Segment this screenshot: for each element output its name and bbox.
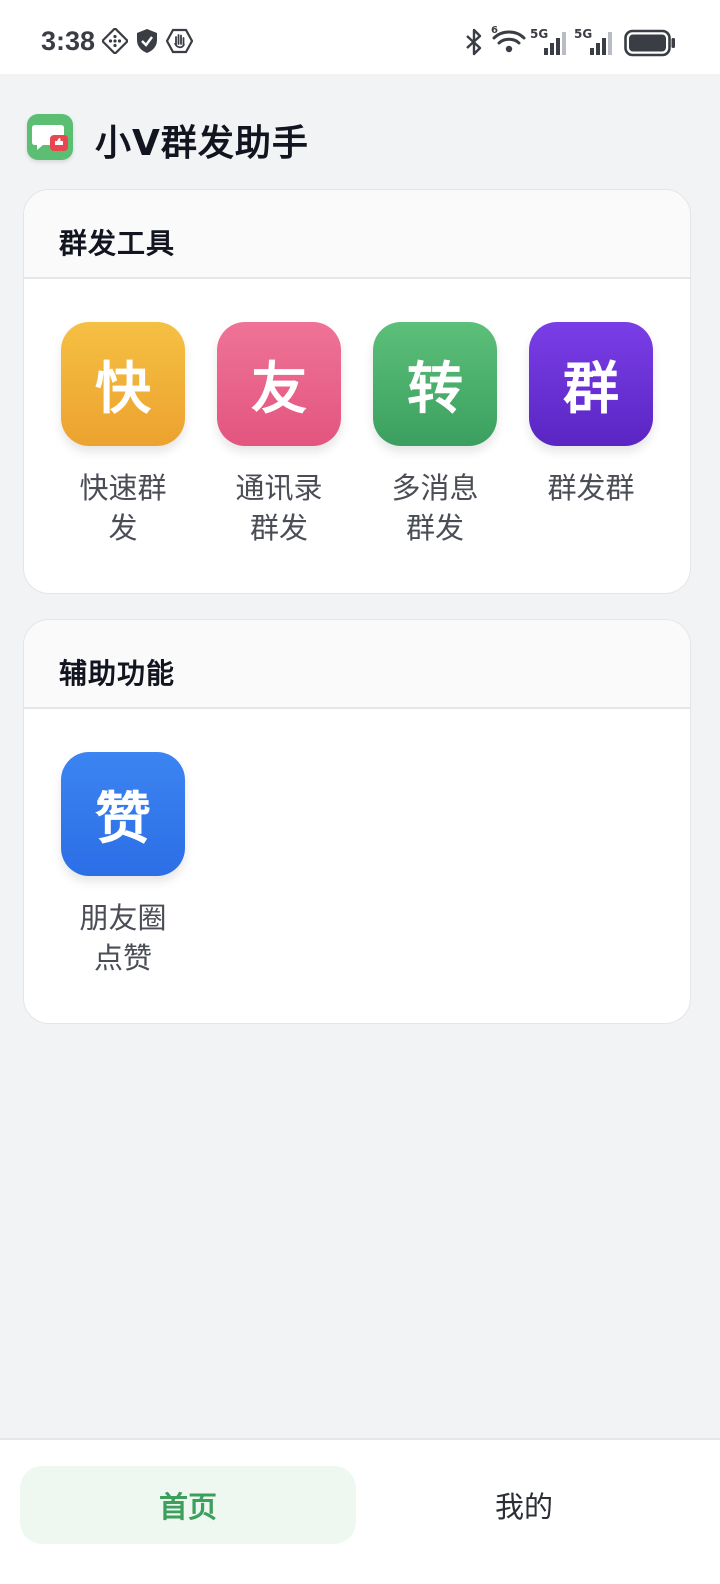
apps-grid-icon (102, 28, 128, 54)
tool-label: 快速群发 (79, 471, 167, 545)
chat-bubble-icon (27, 114, 73, 160)
wifi-6-icon: 6 (491, 24, 527, 58)
hand-stop-icon (166, 28, 193, 54)
lightning-icon: 快 (61, 322, 185, 446)
tab-mine[interactable]: 我的 (356, 1466, 692, 1544)
contacts-icon: 友 (217, 322, 341, 446)
card-title: 辅助功能 (59, 657, 176, 690)
bottom-tab-bar: 首页 我的 (0, 1438, 720, 1584)
signal1-label: 5G (530, 27, 548, 41)
broadcast-tools-card: 群发工具 快 快速群发 友 通讯录群发 转 多消息群发 群 群发群 (23, 189, 691, 594)
card-header: 辅助功能 (24, 620, 690, 709)
tool-glyph: 友 (251, 356, 307, 422)
tool-group-broadcast[interactable]: 群 群发群 (513, 322, 669, 508)
tool-quick-broadcast[interactable]: 快 快速群发 (45, 322, 201, 548)
card-header: 群发工具 (24, 190, 690, 279)
thumbs-up-icon: 赞 (61, 752, 185, 876)
shield-check-icon (135, 28, 159, 54)
tool-label: 朋友圈点赞 (79, 901, 167, 975)
assist-tools-card: 辅助功能 赞 朋友圈点赞 (23, 619, 691, 1024)
forward-icon: 转 (373, 322, 497, 446)
tool-glyph: 群 (563, 356, 619, 422)
tool-label: 通讯录群发 (235, 471, 323, 545)
tool-moments-like[interactable]: 赞 朋友圈点赞 (45, 752, 201, 978)
tool-glyph: 赞 (95, 786, 151, 852)
battery-icon (624, 29, 676, 57)
tab-home[interactable]: 首页 (20, 1466, 356, 1544)
app-title: 小V群发助手 (95, 123, 309, 164)
tool-label: 群发群 (547, 471, 635, 505)
tool-glyph: 快 (95, 356, 151, 422)
signal2-label: 5G (574, 27, 592, 41)
tool-glyph: 转 (407, 356, 463, 422)
tool-contacts-broadcast[interactable]: 友 通讯录群发 (201, 322, 357, 548)
tool-label: 多消息群发 (391, 471, 479, 545)
app-header: 小V群发助手 (0, 74, 720, 190)
status-bar: 3:38 6 5G 5G (0, 0, 720, 74)
card-title: 群发工具 (59, 227, 176, 260)
bluetooth-icon (463, 28, 485, 56)
group-icon: 群 (529, 322, 653, 446)
signal-5g-icon: 5G (574, 26, 616, 56)
signal-5g-icon: 5G (530, 26, 570, 56)
status-time: 3:38 (41, 26, 96, 56)
tool-multi-message-broadcast[interactable]: 转 多消息群发 (357, 322, 513, 548)
